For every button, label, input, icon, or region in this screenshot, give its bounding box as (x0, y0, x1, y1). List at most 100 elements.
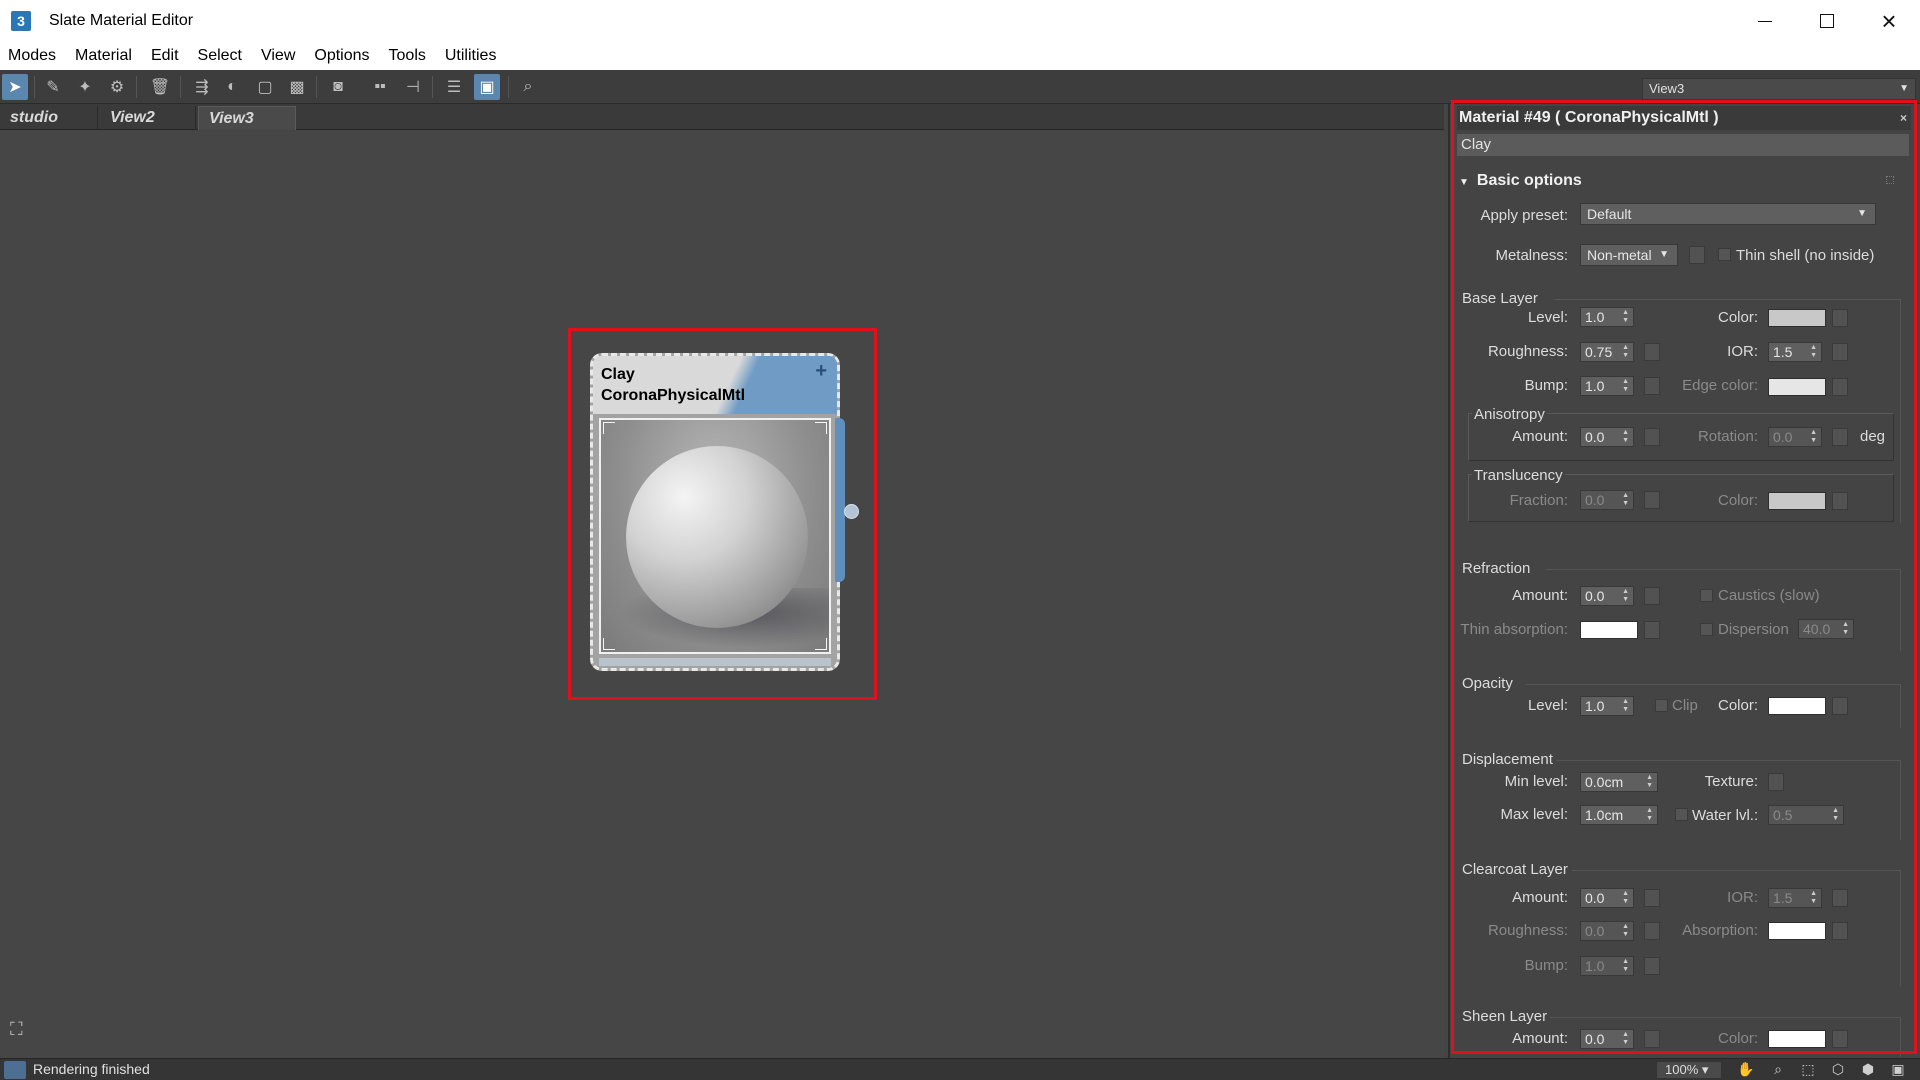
zoom-extents-icon[interactable]: ⬡ (1828, 1061, 1848, 1079)
close-button[interactable]: × (1858, 0, 1920, 42)
spinner-arrows-icon[interactable]: ▲ ▼ (1622, 890, 1629, 906)
node-header[interactable]: Clay CoronaPhysicalMtl + (593, 356, 837, 414)
dispersion-checkbox[interactable] (1700, 623, 1713, 636)
caustics-checkbox[interactable] (1700, 589, 1713, 602)
zoom-icon[interactable]: ⌕ (1768, 1061, 1788, 1079)
material-id-icon[interactable]: ▪▪ (367, 74, 393, 100)
tab-studio[interactable]: studio (0, 106, 98, 130)
menu-view[interactable]: View (261, 47, 295, 65)
hide-unused-icon[interactable]: ◐ (219, 74, 245, 100)
aniso-rotation-spinner[interactable]: 0.0 ▲ ▼ (1768, 427, 1822, 447)
opacity-level-spinner[interactable]: 1.0 ▲ ▼ (1580, 696, 1634, 716)
menu-utilities[interactable]: Utilities (445, 47, 497, 65)
material-name-field[interactable]: Clay (1457, 134, 1909, 156)
sheen-amount-map-button[interactable] (1644, 1030, 1660, 1048)
clip-checkbox[interactable] (1655, 699, 1668, 712)
bump-map-button[interactable] (1644, 377, 1660, 395)
fit-view-icon[interactable]: ▣ (1888, 1061, 1908, 1079)
eyedropper-icon[interactable]: ✎ (40, 74, 66, 100)
layout-children-icon[interactable]: ☰ (441, 74, 467, 100)
rollout-basic-options[interactable]: ▼ Basic options (1459, 172, 1582, 190)
sheen-color-map-button[interactable] (1832, 1030, 1848, 1048)
opacity-color-map-button[interactable] (1832, 697, 1848, 715)
spinner-arrows-icon[interactable]: ▲ ▼ (1622, 492, 1629, 508)
menu-options[interactable]: Options (314, 47, 369, 65)
menu-edit[interactable]: Edit (151, 47, 179, 65)
clearcoat-bump-map-button[interactable] (1644, 957, 1660, 975)
panel-close-icon[interactable]: × (1900, 106, 1907, 130)
ior-spinner[interactable]: 1.5 ▲ ▼ (1768, 342, 1822, 362)
tab-view2[interactable]: View2 (100, 106, 196, 130)
aniso-amount-spinner[interactable]: 0.0 ▲ ▼ (1580, 427, 1634, 447)
opacity-color-swatch[interactable] (1768, 697, 1826, 715)
node-output-socket[interactable] (844, 504, 859, 519)
thin-absorption-swatch[interactable] (1580, 621, 1638, 639)
menu-select[interactable]: Select (198, 47, 242, 65)
spinner-arrows-icon[interactable]: ▲ ▼ (1622, 1031, 1629, 1047)
clearcoat-ior-spinner[interactable]: 1.5 ▲ ▼ (1768, 888, 1822, 908)
bump-spinner[interactable]: 1.0 ▲ ▼ (1580, 376, 1634, 396)
spinner-arrows-icon[interactable]: ▲ ▼ (1622, 378, 1629, 394)
roughness-map-button[interactable] (1644, 343, 1660, 361)
node-expand-icon[interactable]: + (815, 361, 827, 382)
refraction-amount-map-button[interactable] (1644, 587, 1660, 605)
thin-shell-checkbox[interactable] (1718, 248, 1731, 261)
max-level-spinner[interactable]: 1.0cm ▲ ▼ (1580, 805, 1658, 825)
base-level-spinner[interactable]: 1.0 ▲ ▼ (1580, 307, 1634, 327)
navigator-icon[interactable]: ⌕ (515, 74, 541, 100)
roughness-spinner[interactable]: 0.75 ▲ ▼ (1580, 342, 1634, 362)
rollout-grip-icon[interactable] (1886, 176, 1894, 184)
menu-tools[interactable]: Tools (389, 47, 426, 65)
move-children-icon[interactable]: ⇶ (189, 74, 215, 100)
aniso-amount-map-button[interactable] (1644, 428, 1660, 446)
aniso-rotation-map-button[interactable] (1832, 428, 1848, 446)
metalness-map-button[interactable] (1689, 246, 1705, 264)
metalness-dropdown[interactable]: Non-metal ▼ (1580, 244, 1678, 266)
displacement-texture-button[interactable] (1768, 773, 1784, 791)
delete-icon[interactable]: 🗑 (147, 74, 173, 100)
sheen-color-swatch[interactable] (1768, 1030, 1826, 1048)
spinner-arrows-icon[interactable]: ▲ ▼ (1810, 890, 1817, 906)
maximize-button[interactable] (1796, 0, 1858, 42)
dispersion-spinner[interactable]: 40.0 ▲ ▼ (1798, 619, 1854, 639)
pan-hand-icon[interactable]: ✋ (1736, 1061, 1756, 1079)
clearcoat-amount-spinner[interactable]: 0.0 ▲ ▼ (1580, 888, 1634, 908)
edge-color-map-button[interactable] (1832, 378, 1848, 396)
show-map-icon[interactable]: ◙ (325, 74, 351, 100)
spinner-arrows-icon[interactable]: ▲ ▼ (1646, 807, 1653, 823)
binoculars-icon[interactable]: ⛶ (10, 1019, 36, 1043)
water-level-spinner[interactable]: 0.5 ▲ ▼ (1768, 805, 1844, 825)
material-node[interactable]: Clay CoronaPhysicalMtl + (590, 353, 845, 671)
put-to-scene-icon[interactable]: ⚙ (104, 74, 130, 100)
base-color-map-button[interactable] (1832, 309, 1848, 327)
menu-material[interactable]: Material (75, 47, 132, 65)
assign-icon[interactable]: ⊣ (400, 74, 426, 100)
background-icon[interactable]: ▩ (284, 74, 310, 100)
water-level-checkbox[interactable] (1675, 808, 1688, 821)
view-select-dropdown[interactable]: View3 ▼ (1642, 78, 1916, 100)
translucency-color-map-button[interactable] (1832, 492, 1848, 510)
zoom-dropdown[interactable]: 100% ▾ (1656, 1061, 1722, 1079)
clearcoat-amount-map-button[interactable] (1644, 889, 1660, 907)
absorption-swatch[interactable] (1768, 922, 1826, 940)
spinner-arrows-icon[interactable]: ▲ ▼ (1810, 344, 1817, 360)
spinner-arrows-icon[interactable]: ▲ ▼ (1842, 621, 1849, 637)
clearcoat-roughness-map-button[interactable] (1644, 922, 1660, 940)
spinner-arrows-icon[interactable]: ▲ ▼ (1622, 588, 1629, 604)
zoom-region-icon[interactable]: ⬚ (1798, 1061, 1818, 1079)
fraction-spinner[interactable]: 0.0 ▲ ▼ (1580, 490, 1634, 510)
ior-map-button[interactable] (1832, 343, 1848, 361)
spinner-arrows-icon[interactable]: ▲ ▼ (1810, 429, 1817, 445)
clearcoat-ior-map-button[interactable] (1832, 889, 1848, 907)
spinner-arrows-icon[interactable]: ▲ ▼ (1622, 309, 1629, 325)
spinner-arrows-icon[interactable]: ▲ ▼ (1622, 958, 1629, 974)
spinner-arrows-icon[interactable]: ▲ ▼ (1622, 429, 1629, 445)
clearcoat-bump-spinner[interactable]: 1.0 ▲ ▼ (1580, 956, 1634, 976)
thin-absorption-map-button[interactable] (1644, 621, 1660, 639)
layout-icon[interactable]: ▢ (252, 74, 278, 100)
pick-material-icon[interactable]: ✦ (72, 74, 98, 100)
clearcoat-roughness-spinner[interactable]: 0.0 ▲ ▼ (1580, 921, 1634, 941)
spinner-arrows-icon[interactable]: ▲ ▼ (1646, 774, 1653, 790)
refraction-amount-spinner[interactable]: 0.0 ▲ ▼ (1580, 586, 1634, 606)
apply-preset-dropdown[interactable]: Default ▼ (1580, 203, 1876, 225)
